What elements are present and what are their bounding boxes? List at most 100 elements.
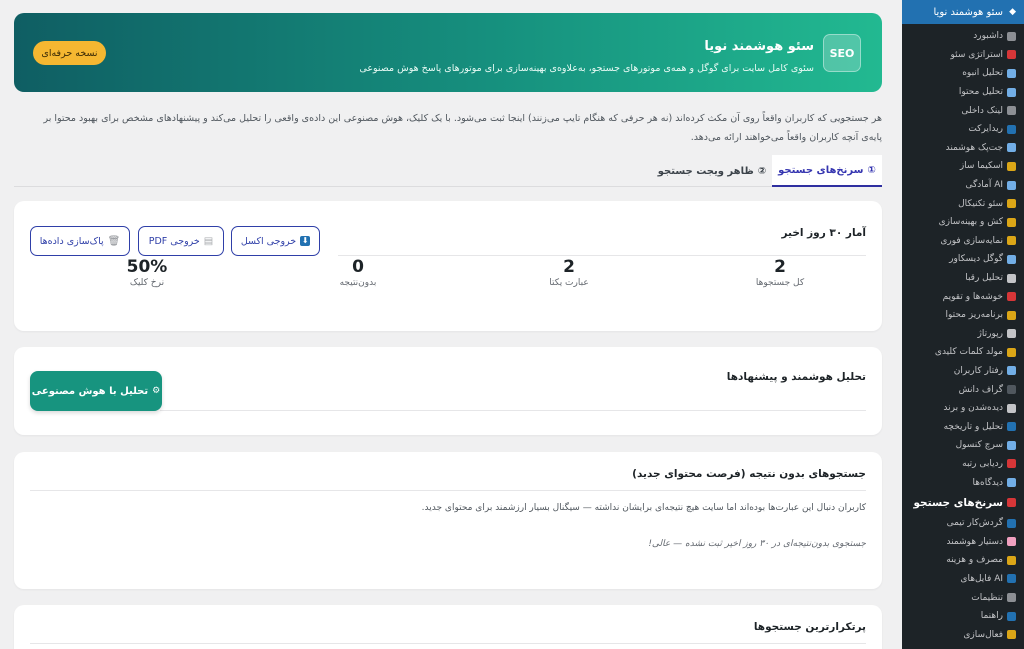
- sidebar-item-label: آمادگی AI: [965, 180, 1003, 191]
- stat-label: عبارت یکتا: [549, 278, 589, 288]
- divider: [338, 255, 866, 256]
- tab-label: ظاهر ویجت جستجو: [657, 165, 754, 177]
- sidebar-item-label: گردش‌کار تیمی: [946, 518, 1003, 529]
- sidebar-item[interactable]: مصرف و هزینه: [902, 551, 1024, 570]
- sidebar-item[interactable]: ردیابی رتبه: [902, 455, 1024, 474]
- sidebar-item-label: دیده‌شدن و برند: [943, 403, 1003, 414]
- sidebar-item-label: دیدگاه‌ها: [972, 477, 1003, 488]
- export-pdf-button[interactable]: ▤ خروجی PDF: [138, 226, 224, 256]
- tab-bar: ① سرنخ‌های جستجو ② ظاهر ویجت جستجو: [14, 155, 882, 187]
- rocket-icon: [1007, 68, 1016, 78]
- planner-icon: [1007, 310, 1016, 320]
- console-icon: [1007, 440, 1016, 450]
- stat-label: کل جستجوها: [755, 278, 805, 288]
- files-icon: [1007, 574, 1016, 584]
- top-searches-title: پرتکرارترین جستجوها: [753, 621, 866, 633]
- calendar-icon: [1007, 292, 1016, 302]
- sidebar-item[interactable]: دستیار هوشمند: [902, 532, 1024, 551]
- sidebar-item[interactable]: لینک داخلی: [902, 101, 1024, 120]
- graph-icon: [1007, 385, 1016, 395]
- sidebar-item[interactable]: راهنما: [902, 607, 1024, 626]
- sidebar-item[interactable]: تحلیل انبوه: [902, 64, 1024, 83]
- jetpack-icon: [1007, 143, 1016, 153]
- tab-label: سرنخ‌های جستجو: [778, 164, 864, 176]
- seo-logo: SEO: [823, 34, 861, 72]
- sidebar-item[interactable]: برنامه‌ریز محتوا: [902, 306, 1024, 325]
- sidebar-item[interactable]: آمادگی AI: [902, 176, 1024, 195]
- sidebar-item[interactable]: تحلیل محتوا: [902, 83, 1024, 102]
- flash-icon: [1007, 236, 1016, 246]
- sidebar-item[interactable]: اسکیما ساز: [902, 157, 1024, 176]
- sidebar-item-label: ردیابی رتبه: [962, 458, 1003, 469]
- tab-widget-appearance[interactable]: ② ظاهر ویجت جستجو: [657, 155, 767, 187]
- diamond-icon: ◆: [1009, 7, 1016, 17]
- sidebar-item[interactable]: گردش‌کار تیمی: [902, 514, 1024, 533]
- sidebar-menu: داشبورد استراتژی سئو تحلیل انبوه تحلیل محتو…: [902, 24, 1024, 644]
- sidebar-top-label: سئو هوشمند نویا: [933, 6, 1004, 18]
- eye-icon: [1007, 403, 1016, 413]
- sidebar-item-label: تحلیل انبوه: [962, 68, 1003, 79]
- clear-data-button[interactable]: 🗑 پاک‌سازی داده‌ها: [30, 226, 130, 256]
- export-excel-button[interactable]: ⬇ خروجی اکسل: [231, 226, 320, 256]
- book-icon: [1007, 611, 1016, 621]
- sidebar-item[interactable]: نمایه‌سازی فوری: [902, 232, 1024, 251]
- divider: [30, 490, 866, 491]
- stat-label: نرخ کلیک: [129, 278, 165, 288]
- sidebar-item[interactable]: فعال‌سازی: [902, 625, 1024, 644]
- stat-value: 0: [352, 257, 364, 277]
- sidebar-item[interactable]: گوگل دیسکاور: [902, 250, 1024, 269]
- lock-icon: [1007, 630, 1016, 640]
- sidebar-item[interactable]: گراف دانش: [902, 380, 1024, 399]
- admin-sidebar: سئو هوشمند نویا ◆ داشبورد استراتژی سئو تحل…: [895, 0, 1024, 649]
- sidebar-item-label: دستیار هوشمند: [946, 536, 1003, 547]
- sidebar-item[interactable]: تنظیمات: [902, 588, 1024, 607]
- stat-value: 2: [774, 257, 786, 277]
- button-label: تحلیل با هوش مصنوعی: [31, 385, 149, 397]
- ai-analyze-button[interactable]: ⚙ تحلیل با هوش مصنوعی: [30, 371, 162, 411]
- sidebar-item[interactable]: استراتژی سئو: [902, 46, 1024, 65]
- sidebar-item[interactable]: تحلیل و تاریخچه: [902, 417, 1024, 436]
- sidebar-item[interactable]: فایل‌های AI: [902, 570, 1024, 589]
- sidebar-item[interactable]: سئو تکنیکال: [902, 194, 1024, 213]
- sidebar-item[interactable]: مولد کلمات کلیدی: [902, 343, 1024, 362]
- pro-version-button[interactable]: نسخه حرفه‌ای: [33, 41, 106, 65]
- sidebar-item[interactable]: سرچ کنسول: [902, 436, 1024, 455]
- dashboard-icon: [1007, 31, 1016, 41]
- divider: [160, 410, 866, 411]
- sidebar-item-label: تنظیمات: [971, 592, 1003, 603]
- current-menu-arrow: [895, 5, 902, 19]
- sidebar-item[interactable]: ریدایرکت: [902, 120, 1024, 139]
- sidebar-item[interactable]: سرنخ‌های جستجو: [902, 492, 1024, 514]
- ai-card-title: تحلیل هوشمند و پیشنهادها: [726, 371, 866, 383]
- sidebar-item-label: جت‌پک هوشمند: [945, 142, 1003, 153]
- sidebar-item-label: ریدایرکت: [968, 124, 1003, 135]
- swords-icon: [1007, 273, 1016, 283]
- sidebar-item[interactable]: جت‌پک هوشمند: [902, 139, 1024, 158]
- sidebar-item[interactable]: رفتار کاربران: [902, 362, 1024, 381]
- sidebar-item[interactable]: کش و بهینه‌سازی: [902, 213, 1024, 232]
- gear-icon: [1007, 593, 1016, 603]
- hero-banner: SEO سئو هوشمند نویا سئوی کامل سایت برای …: [14, 13, 882, 92]
- main-content: SEO سئو هوشمند نویا سئوی کامل سایت برای …: [0, 0, 902, 649]
- bolt-icon: [1007, 217, 1016, 227]
- sidebar-item[interactable]: دیده‌شدن و برند: [902, 399, 1024, 418]
- tab-number-icon: ②: [757, 165, 767, 177]
- sidebar-item[interactable]: رپورتاژ: [902, 325, 1024, 344]
- sidebar-item-label: برنامه‌ریز محتوا: [945, 310, 1003, 321]
- sidebar-item[interactable]: داشبورد: [902, 27, 1024, 46]
- sidebar-item-label: سئو تکنیکال: [958, 198, 1003, 209]
- stats-title: آمار ۳۰ روز اخیر: [781, 227, 867, 239]
- discover-icon: [1007, 254, 1016, 264]
- sidebar-item[interactable]: خوشه‌ها و تقویم: [902, 287, 1024, 306]
- sidebar-plugin-menu[interactable]: سئو هوشمند نویا ◆: [895, 0, 1024, 24]
- sidebar-item-label: گوگل دیسکاور: [949, 254, 1003, 265]
- document-icon: [1007, 329, 1016, 339]
- document-icon: ▤: [203, 235, 214, 247]
- stat-unique-terms: 2 عبارت یکتا: [509, 257, 629, 288]
- sidebar-item[interactable]: دیدگاه‌ها: [902, 473, 1024, 492]
- tab-search-clues[interactable]: ① سرنخ‌های جستجو: [772, 155, 882, 187]
- sidebar-item-label: تحلیل رقبا: [965, 273, 1003, 284]
- sidebar-item[interactable]: تحلیل رقبا: [902, 269, 1024, 288]
- ai-analysis-card: تحلیل هوشمند و پیشنهادها ⚙ تحلیل با هوش …: [14, 347, 882, 435]
- tag-icon: [1007, 161, 1016, 171]
